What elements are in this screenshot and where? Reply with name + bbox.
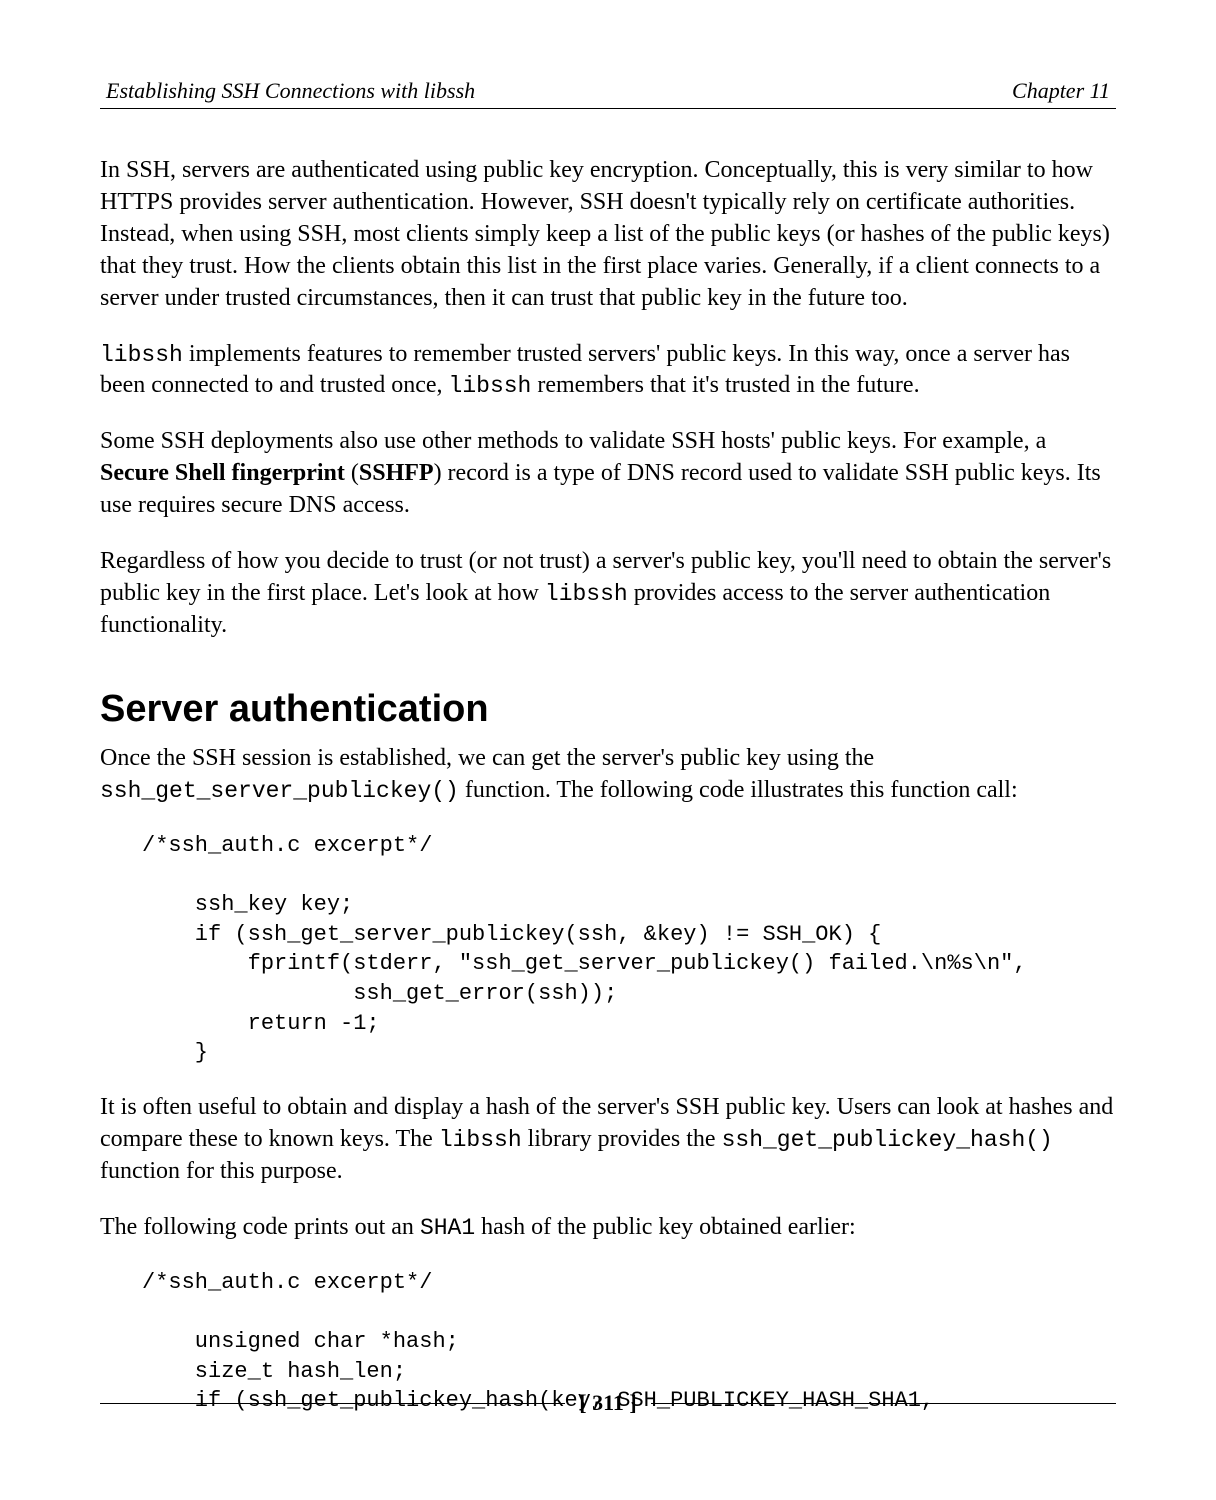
text: remembers that it's trusted in the futur…: [531, 372, 919, 398]
text: Some SSH deployments also use other meth…: [100, 428, 1046, 454]
code-block: /*ssh_auth.c excerpt*/ ssh_key key; if (…: [142, 831, 1116, 1069]
inline-code: ssh_get_publickey_hash(): [722, 1127, 1053, 1153]
footer-rule-left: [100, 1403, 565, 1404]
bold-term: Secure Shell fingerprint: [100, 460, 345, 486]
inline-code: ssh_get_server_publickey(): [100, 778, 459, 804]
inline-code: libssh: [545, 581, 628, 607]
page-footer: [ 311 ]: [100, 1390, 1116, 1416]
text: (: [345, 460, 359, 486]
inline-code: libssh: [449, 373, 532, 399]
body-paragraph: Some SSH deployments also use other meth…: [100, 426, 1116, 522]
body-paragraph: In SSH, servers are authenticated using …: [100, 155, 1116, 315]
section-heading: Server authentication: [100, 688, 1116, 731]
header-left: Establishing SSH Connections with libssh: [106, 78, 475, 104]
text: function for this purpose.: [100, 1158, 343, 1184]
bold-term: SSHFP: [359, 460, 434, 486]
footer-rule-right: [651, 1403, 1116, 1404]
page-number: [ 311 ]: [565, 1390, 650, 1416]
text: hash of the public key obtained earlier:: [475, 1214, 856, 1240]
body-paragraph: It is often useful to obtain and display…: [100, 1092, 1116, 1188]
body-paragraph: The following code prints out an SHA1 ha…: [100, 1212, 1116, 1244]
text: Once the SSH session is established, we …: [100, 745, 874, 771]
body-paragraph: libssh implements features to remember t…: [100, 339, 1116, 403]
header-right: Chapter 11: [1012, 78, 1110, 104]
running-header: Establishing SSH Connections with libssh…: [100, 78, 1116, 109]
page: Establishing SSH Connections with libssh…: [0, 0, 1216, 1500]
inline-code: libssh: [439, 1127, 522, 1153]
text: The following code prints out an: [100, 1214, 420, 1240]
inline-code: SHA1: [420, 1215, 475, 1241]
text: function. The following code illustrates…: [459, 777, 1018, 803]
text: In SSH, servers are authenticated using …: [100, 157, 1110, 311]
body-paragraph: Regardless of how you decide to trust (o…: [100, 546, 1116, 642]
inline-code: libssh: [100, 342, 183, 368]
body-paragraph: Once the SSH session is established, we …: [100, 743, 1116, 807]
text: library provides the: [522, 1126, 722, 1152]
